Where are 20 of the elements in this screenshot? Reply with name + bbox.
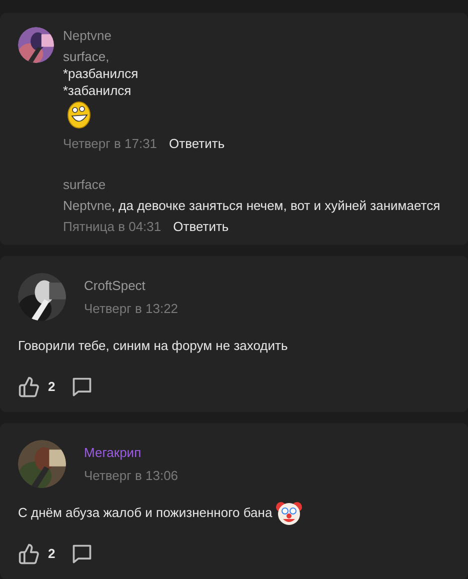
author-name[interactable]: CroftSpect bbox=[84, 276, 178, 296]
comment-time: Четверг в 13:06 bbox=[84, 466, 178, 485]
like-count: 2 bbox=[48, 545, 56, 564]
comment-text: С днём абуза жалоб и пожизненного бана bbox=[18, 504, 272, 522]
author-name[interactable]: Мегакрип bbox=[84, 443, 178, 462]
thumbs-up-icon[interactable] bbox=[18, 543, 40, 565]
author-name[interactable]: surface bbox=[63, 176, 440, 193]
comment-icon[interactable] bbox=[71, 376, 94, 398]
reply-time: Четверг в 17:31 bbox=[63, 135, 158, 152]
comment-icon[interactable] bbox=[71, 543, 94, 565]
comment-time: Четверг в 13:22 bbox=[84, 300, 178, 318]
reply-link[interactable]: Ответить bbox=[173, 218, 229, 235]
like-count: 2 bbox=[48, 378, 56, 396]
thumbs-up-icon[interactable] bbox=[18, 376, 40, 398]
comment-text: Говорили тебе, синим на форум не заходить bbox=[18, 337, 288, 356]
author-name[interactable]: Neptvne bbox=[63, 27, 225, 44]
reply-link[interactable]: Ответить bbox=[169, 135, 225, 152]
reply-text: surface, *разбанился *забанился bbox=[63, 48, 140, 99]
reply-text: Neptvne, да девочке заняться нечем, вот и хуйней занимается bbox=[63, 197, 440, 214]
reply-time: Пятница в 04:31 bbox=[63, 218, 162, 235]
